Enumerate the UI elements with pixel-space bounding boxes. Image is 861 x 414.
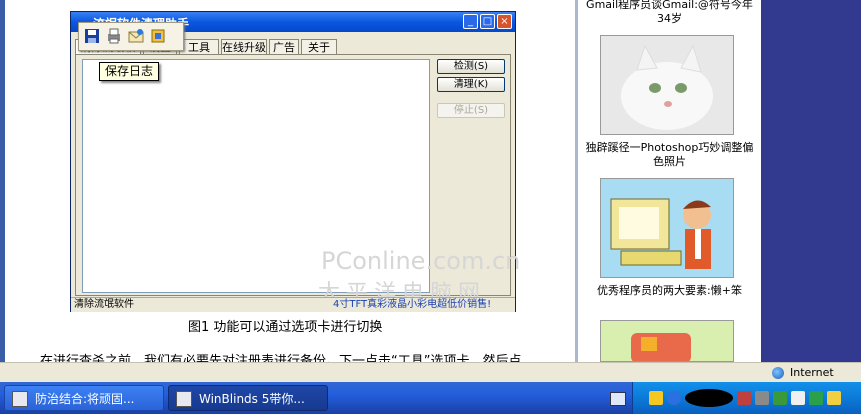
app-status-left: 清除流氓软件 bbox=[74, 299, 134, 310]
tab-tools[interactable]: 工具 bbox=[179, 39, 219, 54]
volume-icon[interactable] bbox=[755, 391, 769, 405]
sidebar-link-top[interactable]: Gmail程序员谈Gmail:@符号今年34岁 bbox=[582, 0, 757, 26]
floating-toolbar bbox=[78, 22, 184, 51]
lan-icon[interactable] bbox=[809, 391, 823, 405]
app-statusbar: 清除流氓软件 4寸TFT真彩液晶小彩电超低价销售! bbox=[71, 297, 515, 312]
watermark-logo: PConline.com.cn bbox=[321, 247, 521, 275]
windows-taskbar: 防治结合:将顽固... WinBlinds 5带你... bbox=[0, 382, 861, 414]
security-shield-icon[interactable] bbox=[649, 391, 663, 405]
related-sidebar: Gmail程序员谈Gmail:@符号今年34岁 独辟蹊径一Photoshop巧妙… bbox=[578, 0, 761, 363]
clean-button[interactable]: 清理(K) bbox=[437, 77, 505, 92]
export-icon[interactable] bbox=[149, 27, 167, 45]
taskbar-item-label: 防治结合:将顽固... bbox=[35, 392, 135, 406]
help-icon[interactable] bbox=[667, 391, 681, 405]
browser-statusbar: Internet bbox=[0, 362, 861, 382]
cat-photo-icon[interactable] bbox=[600, 35, 734, 135]
save-icon[interactable] bbox=[83, 27, 101, 45]
article-content: 流氓软件清理助手 _ □ × 清除流氓软件 设置 工具 在线升级 广告 关于 bbox=[5, 0, 575, 369]
close-button[interactable]: × bbox=[497, 14, 512, 29]
sidebar-link-programmer[interactable]: 优秀程序员的两大要素:懒+笨 bbox=[582, 284, 757, 298]
sidebar-link-photoshop[interactable]: 独辟蹊径一Photoshop巧妙调整偏色照片 bbox=[582, 141, 757, 169]
programmer-cartoon-icon[interactable] bbox=[600, 178, 734, 278]
ie-window-icon bbox=[12, 391, 28, 407]
ie-window-icon bbox=[176, 391, 192, 407]
tooltip: 保存日志 bbox=[99, 62, 160, 81]
keyboard-icon[interactable] bbox=[610, 392, 626, 406]
tab-panel: 保存日志 检测(S) 清理(K) 停止(S) PConline.com.cn 太… bbox=[75, 54, 520, 306]
page-right-background bbox=[761, 0, 861, 362]
stop-button[interactable]: 停止(S) bbox=[437, 103, 505, 118]
taskbar-item-ie[interactable]: 防治结合:将顽固... bbox=[4, 385, 164, 411]
connection-icon[interactable] bbox=[791, 391, 805, 405]
tab-about[interactable]: 关于 bbox=[301, 39, 337, 54]
figure-caption: 图1 功能可以通过选项卡进行切换 bbox=[188, 320, 383, 335]
print-icon[interactable] bbox=[105, 27, 123, 45]
mail-icon[interactable] bbox=[127, 27, 145, 45]
screenshot-app-window: 流氓软件清理助手 _ □ × 清除流氓软件 设置 工具 在线升级 广告 关于 bbox=[70, 11, 520, 312]
zone-label: Internet bbox=[790, 366, 834, 379]
minimize-button[interactable]: _ bbox=[463, 14, 478, 29]
maximize-button[interactable]: □ bbox=[480, 14, 495, 29]
detect-button[interactable]: 检测(S) bbox=[437, 59, 505, 74]
taskbar-item-label: WinBlinds 5带你... bbox=[199, 392, 305, 406]
partial-thumb-icon[interactable] bbox=[600, 320, 734, 363]
update-icon[interactable] bbox=[773, 391, 787, 405]
obscured-tray-icons bbox=[685, 389, 733, 407]
app-status-ad-link[interactable]: 4寸TFT真彩液晶小彩电超低价销售! bbox=[333, 298, 491, 312]
tab-update[interactable]: 在线升级 bbox=[221, 39, 267, 54]
internet-zone-icon bbox=[772, 367, 784, 379]
pen-icon[interactable] bbox=[827, 391, 841, 405]
system-tray bbox=[632, 382, 861, 414]
taskbar-item-ie-2[interactable]: WinBlinds 5带你... bbox=[168, 385, 328, 411]
tab-ads[interactable]: 广告 bbox=[269, 39, 299, 54]
network-icon[interactable] bbox=[737, 391, 751, 405]
